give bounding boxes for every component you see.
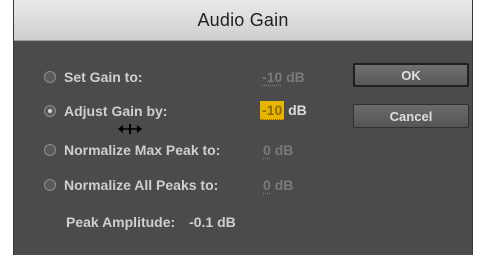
adjust-gain-label: Adjust Gain by: — [64, 103, 168, 119]
option-normalize-all-peaks[interactable]: Normalize All Peaks to: — [44, 175, 218, 195]
normalize-all-peaks-label: Normalize All Peaks to: — [64, 177, 219, 193]
peak-amplitude-label: Peak Amplitude: — [66, 214, 176, 230]
option-adjust-gain[interactable]: Adjust Gain by: — [44, 101, 167, 121]
adjust-gain-radio[interactable] — [44, 105, 56, 117]
normalize-max-peak-value[interactable]: 0 — [263, 142, 271, 158]
cancel-button[interactable]: Cancel — [353, 104, 469, 128]
audio-gain-dialog: Audio Gain Set Gain to: -10 dB Adjust Ga… — [13, 0, 473, 255]
normalize-all-peaks-unit: dB — [274, 177, 294, 193]
set-gain-radio[interactable] — [44, 71, 56, 83]
adjust-gain-value-field[interactable]: -10 dB — [260, 101, 307, 120]
set-gain-value[interactable]: -10 — [262, 69, 282, 85]
normalize-max-peak-value-field[interactable]: 0 dB — [263, 142, 293, 158]
option-set-gain[interactable]: Set Gain to: — [44, 67, 143, 87]
normalize-all-peaks-value[interactable]: 0 — [263, 177, 271, 193]
peak-amplitude-value: -0.1 dB — [189, 214, 236, 230]
set-gain-value-field[interactable]: -10 dB — [262, 69, 305, 85]
option-normalize-max-peak[interactable]: Normalize Max Peak to: — [44, 140, 220, 160]
normalize-max-peak-label: Normalize Max Peak to: — [64, 142, 221, 158]
normalize-max-peak-unit: dB — [274, 142, 294, 158]
normalize-all-peaks-value-field[interactable]: 0 dB — [263, 177, 293, 193]
set-gain-unit: dB — [286, 69, 305, 85]
horizontal-resize-cursor-icon — [118, 124, 142, 134]
dialog-titlebar[interactable]: Audio Gain — [14, 0, 472, 41]
adjust-gain-value[interactable]: -10 — [260, 101, 285, 120]
normalize-max-peak-radio[interactable] — [44, 144, 56, 156]
adjust-gain-unit: dB — [288, 102, 307, 118]
peak-amplitude: Peak Amplitude: -0.1 dB — [66, 214, 236, 230]
ok-button[interactable]: OK — [353, 63, 469, 87]
dialog-title: Audio Gain — [197, 9, 289, 30]
set-gain-label: Set Gain to: — [64, 69, 143, 85]
normalize-all-peaks-radio[interactable] — [44, 179, 56, 191]
